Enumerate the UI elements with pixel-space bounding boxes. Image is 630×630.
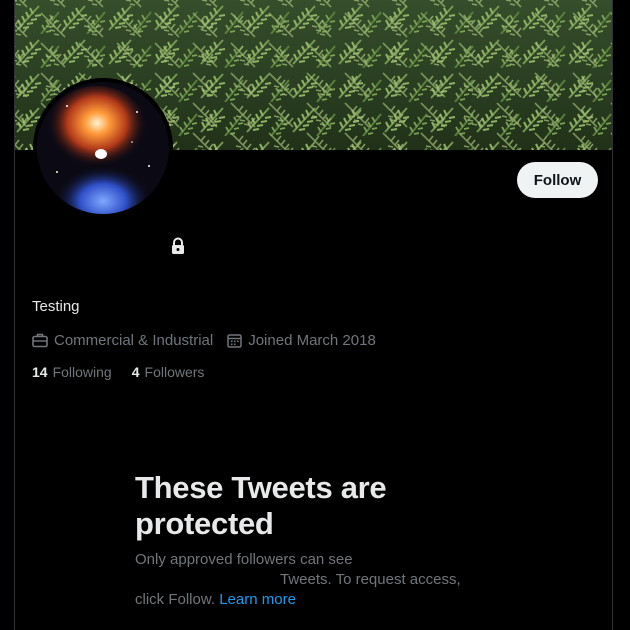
follow-button[interactable]: Follow [517, 162, 598, 198]
protected-heading: These Tweets are protected [135, 470, 387, 541]
profile-joined-label: Joined March 2018 [248, 331, 376, 349]
followers-label: Followers [144, 364, 205, 380]
calendar-icon [227, 333, 242, 348]
learn-more-link[interactable]: Learn more [219, 591, 296, 608]
profile-column: Follow Testing Commercial & Industrial J… [14, 0, 613, 630]
followers-count: 4 [131, 364, 140, 380]
profile-meta: Commercial & Industrial Joined March 201… [32, 330, 390, 350]
profile-stats: 14 Following 4 Followers [32, 363, 224, 381]
profile-page: Follow Testing Commercial & Industrial J… [0, 0, 630, 630]
protected-message: Only approved followers can see Tweets. … [135, 550, 475, 610]
protected-message-line3: click Follow. [135, 591, 216, 608]
protected-message-line1: Only approved followers can see [135, 551, 353, 568]
profile-category-label: Commercial & Industrial [54, 331, 214, 349]
following-label: Following [52, 364, 112, 380]
protected-message-line2: Tweets. To request access, [280, 571, 461, 588]
following-link[interactable]: 14 Following [32, 364, 112, 380]
followers-link[interactable]: 4 Followers [132, 364, 205, 380]
profile-display-name: Testing [32, 298, 80, 315]
avatar[interactable] [33, 78, 173, 218]
briefcase-icon [32, 333, 48, 347]
following-count: 14 [32, 364, 48, 380]
profile-joined: Joined March 2018 [227, 332, 376, 349]
lock-icon [172, 237, 184, 254]
profile-category: Commercial & Industrial [32, 332, 213, 349]
